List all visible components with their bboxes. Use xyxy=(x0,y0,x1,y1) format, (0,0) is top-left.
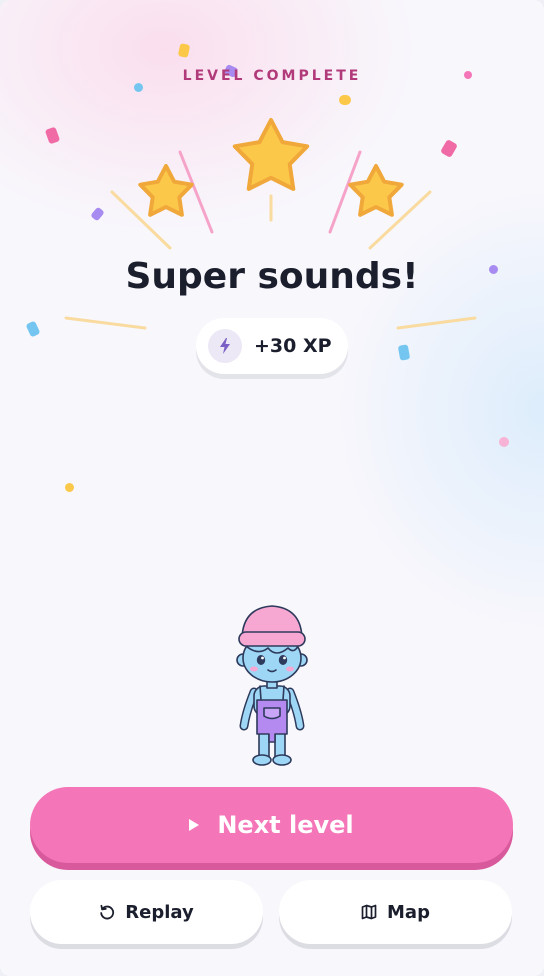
star-left-icon xyxy=(138,164,194,217)
next-level-button[interactable]: Next level xyxy=(30,787,513,863)
star-center-icon xyxy=(232,118,310,191)
play-icon xyxy=(189,819,200,831)
replay-label: Replay xyxy=(125,901,194,923)
confetti-piece xyxy=(134,83,143,92)
stars-rating xyxy=(64,118,477,330)
xp-reward-badge: +30 XP xyxy=(196,318,348,374)
xp-label: +30 XP xyxy=(254,335,332,357)
confetti-piece xyxy=(65,483,74,492)
map-icon xyxy=(361,904,377,920)
confetti-piece xyxy=(397,344,411,361)
star-right-icon xyxy=(348,164,404,217)
lightning-icon xyxy=(208,329,242,363)
confetti-piece xyxy=(177,43,191,58)
replay-button[interactable]: Replay xyxy=(30,880,263,944)
result-title: Super sounds! xyxy=(125,256,419,297)
level-complete-screen: LEVEL COMPLETE Super sounds! +30 XP Next… xyxy=(0,0,544,976)
replay-icon xyxy=(100,904,115,920)
map-label: Map xyxy=(387,901,430,923)
level-complete-eyebrow: LEVEL COMPLETE xyxy=(182,68,362,84)
confetti-piece xyxy=(499,437,509,447)
character-avatar xyxy=(236,605,308,766)
map-button[interactable]: Map xyxy=(279,880,512,944)
next-level-label: Next level xyxy=(217,811,354,839)
